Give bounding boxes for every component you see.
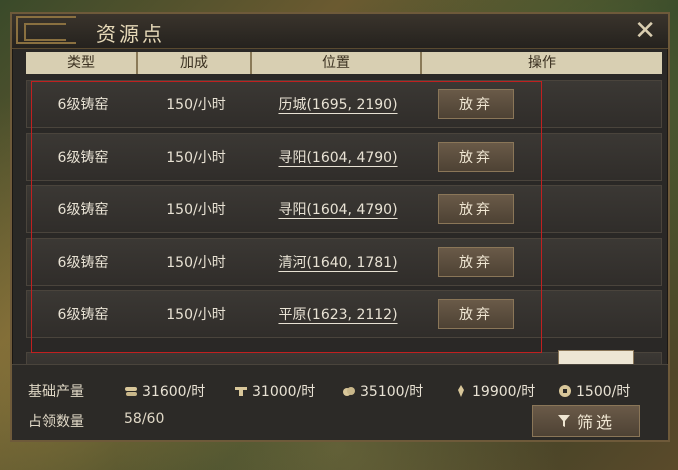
grain-value: 19900/时: [472, 384, 536, 400]
stone-output: 35100/时: [342, 381, 423, 401]
bonus-cell: 150/小时: [166, 97, 226, 113]
table-header: 类型 加成 位置 操作: [26, 52, 662, 74]
occupied-value: 58/60: [124, 411, 165, 427]
bonus-cell: 150/小时: [166, 254, 226, 271]
type-cell: 6级铸窑: [57, 254, 109, 271]
coin-output: 1500/时: [558, 381, 630, 401]
table-row: 6级铸窑 150/小时 寻阳(1604, 4790) 放弃: [26, 132, 662, 181]
table-row: 6级铸窑 150/小时 清河(1640, 1781) 放弃: [26, 237, 662, 286]
filter-label: 筛选: [576, 413, 615, 432]
type-cell: 6级铸窑: [57, 97, 109, 113]
type-cell: 6级铸窑: [57, 149, 109, 166]
bonus-cell: 150/小时: [166, 202, 226, 218]
table-row: 6级铸窑 150/小时 历城(1695, 2190) 放弃: [26, 80, 662, 128]
bonus-cell: 150/小时: [166, 149, 226, 166]
header-type: 类型: [26, 52, 138, 74]
abandon-button[interactable]: 放弃: [438, 141, 514, 172]
wood-output: 31600/时: [124, 381, 205, 401]
footer-bar: 基础产量 31600/时 31000/时 35100/时 19900/时 150…: [12, 364, 668, 440]
location-link[interactable]: 清河(1640, 1781): [278, 255, 397, 271]
header-action: 操作: [528, 55, 556, 71]
stone-icon: [343, 387, 355, 396]
iron-output: 31000/时: [234, 381, 315, 401]
filter-icon: [557, 415, 570, 427]
grain-icon: [458, 385, 464, 397]
coin-icon: [559, 385, 571, 397]
abandon-button[interactable]: 放弃: [438, 299, 514, 329]
wood-icon: [125, 387, 137, 396]
iron-icon: [235, 387, 247, 396]
abandon-button[interactable]: 放弃: [438, 194, 514, 224]
stone-value: 35100/时: [360, 384, 424, 400]
occupied-label: 占领数量: [28, 414, 84, 430]
table-row: 6级铸窑 150/小时 平原(1623, 2112) 放弃: [26, 290, 662, 338]
resource-points-panel: 资源点 ✕ 类型 加成 位置 操作 6级铸窑 150/小时 历城(1695, 2…: [10, 12, 670, 442]
wood-value: 31600/时: [142, 384, 206, 400]
window-title: 资源点: [96, 22, 165, 46]
header-location: 位置: [252, 52, 422, 74]
iron-value: 31000/时: [252, 384, 316, 400]
abandon-button[interactable]: 放弃: [438, 89, 514, 119]
abandon-button[interactable]: 放弃: [438, 246, 514, 277]
location-link[interactable]: 平原(1623, 2112): [278, 307, 397, 323]
location-link[interactable]: 寻阳(1604, 4790): [278, 202, 397, 218]
location-link[interactable]: 寻阳(1604, 4790): [278, 150, 397, 166]
location-link[interactable]: 历城(1695, 2190): [278, 97, 397, 113]
type-cell: 6级铸窑: [57, 307, 109, 323]
grain-output: 19900/时: [454, 381, 535, 401]
resource-list[interactable]: 6级铸窑 150/小时 历城(1695, 2190) 放弃 6级铸窑 150/小…: [26, 80, 662, 360]
header-bonus: 加成: [138, 52, 252, 74]
base-output-label: 基础产量: [28, 384, 84, 400]
title-bar: 资源点 ✕: [12, 14, 668, 49]
bonus-cell: 150/小时: [166, 307, 226, 323]
close-icon[interactable]: ✕: [634, 16, 656, 46]
title-ornament: [16, 16, 76, 44]
type-cell: 6级铸窑: [57, 202, 109, 218]
filter-button[interactable]: 筛选: [532, 405, 640, 437]
table-row: 6级铸窑 150/小时 寻阳(1604, 4790) 放弃: [26, 185, 662, 233]
coin-value: 1500/时: [576, 384, 631, 400]
